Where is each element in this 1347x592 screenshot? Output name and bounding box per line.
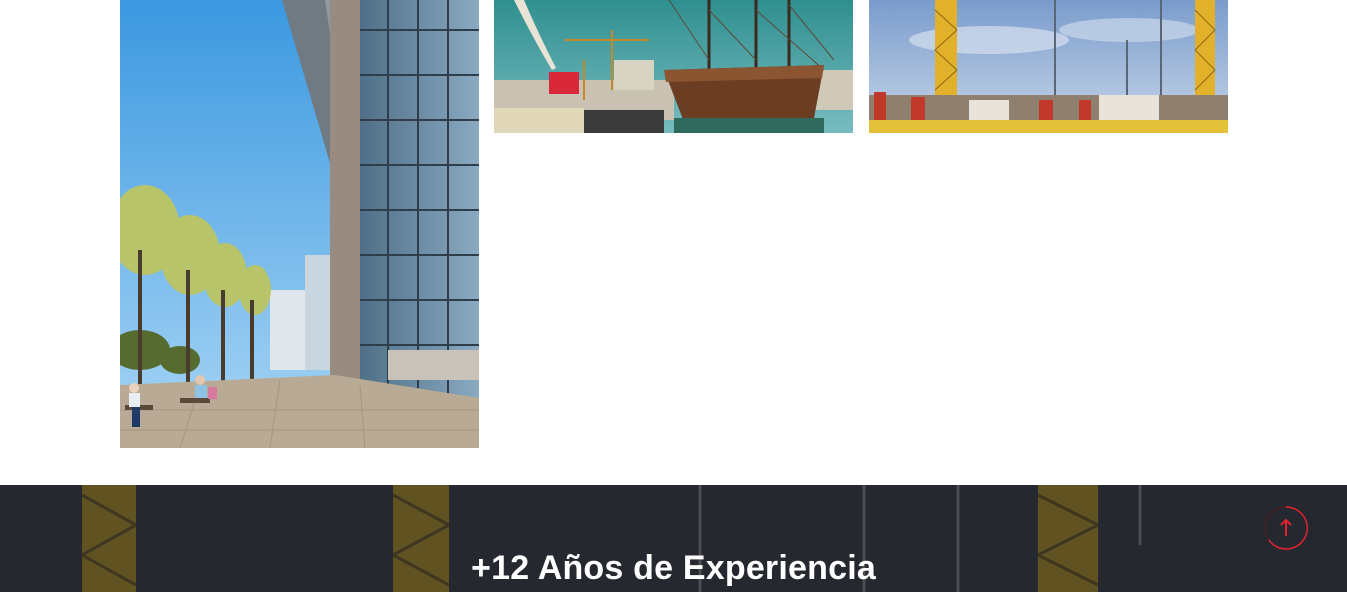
gallery-image-construction[interactable]	[869, 0, 1228, 133]
construction-photo	[869, 0, 1228, 133]
arrow-up-icon	[1264, 506, 1308, 550]
project-gallery	[0, 0, 1347, 485]
ship-photo	[494, 0, 853, 133]
experience-title: +12 Años de Experiencia	[471, 549, 876, 587]
scroll-to-top-button[interactable]	[1263, 505, 1309, 551]
building-photo	[120, 0, 479, 448]
gallery-image-ship[interactable]	[494, 0, 853, 133]
gallery-image-building[interactable]	[120, 0, 479, 448]
experience-banner: +12 Años de Experiencia	[0, 485, 1347, 592]
